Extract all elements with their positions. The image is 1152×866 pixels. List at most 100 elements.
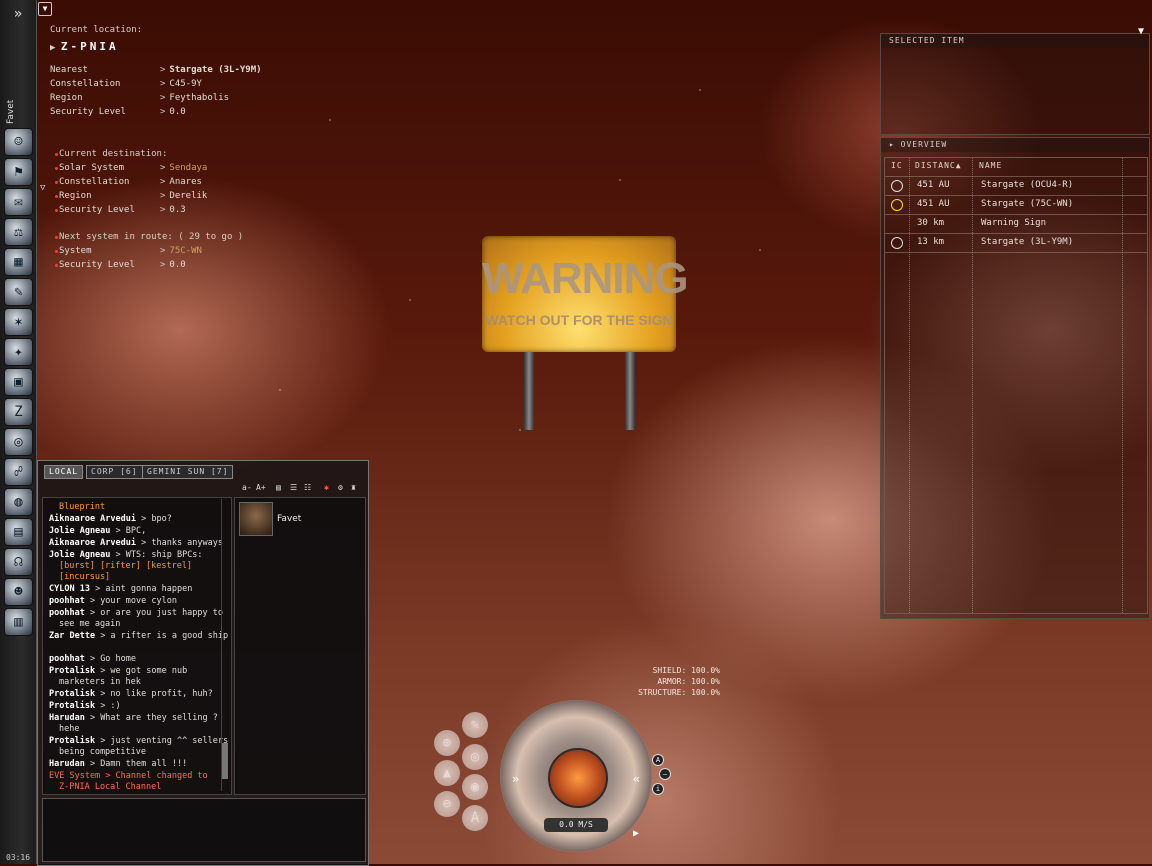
chat-scroll-thumb[interactable] [222, 743, 228, 779]
pilot-name[interactable]: Favet [6, 100, 20, 124]
current-system[interactable]: ▶ Z-PNIA [50, 40, 119, 53]
speed-increase-icon[interactable]: « [633, 772, 640, 786]
detail-view-icon[interactable]: ☷ [304, 483, 311, 492]
ship-hangar-icon[interactable]: ⚑ [4, 158, 33, 186]
dest-constellation-value[interactable]: Anares [169, 177, 202, 187]
autopilot-a-icon[interactable]: A [462, 805, 488, 831]
zoom-target-icon[interactable]: ✎ [462, 712, 488, 738]
column-header-icon[interactable]: IC [891, 158, 903, 174]
overview-row[interactable]: 451 AU Stargate (75C-WN) [885, 195, 1147, 214]
mail-icon[interactable]: ✉ [4, 188, 33, 216]
chat-messages[interactable]: Blueprint Aiknaaroe Arvedui > bpo? Jolie… [42, 497, 232, 795]
ship-options-icon[interactable]: A [652, 754, 664, 766]
map-icon[interactable]: ✶ [4, 308, 33, 336]
dest-region-value[interactable]: Derelik [169, 191, 207, 201]
calculator-icon[interactable]: ▥ [4, 608, 33, 636]
current-system-name[interactable]: Z-PNIA [61, 40, 119, 53]
message-sender[interactable]: Protalisk [49, 736, 95, 746]
list-view-icon[interactable]: ▤ [276, 483, 281, 492]
location-menu-icon[interactable]: ▼ [38, 2, 52, 16]
channel-people-icon[interactable]: ♜ [351, 483, 356, 492]
message-sender[interactable]: Protalisk [49, 689, 95, 699]
market-icon[interactable]: ⚖ [4, 218, 33, 246]
message-sender[interactable]: poohhat [49, 654, 85, 664]
avatar[interactable] [239, 502, 273, 536]
tactical-overlay-icon[interactable]: ▲ [434, 760, 460, 786]
chat-message: Protalisk > we got some nub [49, 666, 231, 677]
message-text: > Damn them all !!! [89, 759, 188, 769]
selected-item-title[interactable]: SELECTED ITEM [881, 34, 1149, 48]
game-clock: 03:16 [5, 853, 31, 862]
overview-row[interactable]: 30 km Warning Sign [885, 214, 1147, 233]
font-smaller-button[interactable]: a- [242, 483, 252, 492]
speed-decrease-icon[interactable]: » [512, 772, 519, 786]
notepad-icon[interactable]: ▤ [4, 518, 33, 546]
expand-hud-icon[interactable]: ▶ [633, 828, 639, 839]
message-sender[interactable]: Jolie Agneau [49, 526, 110, 536]
message-text: > Channel changed to [105, 771, 208, 781]
font-larger-button[interactable]: A+ [256, 483, 266, 492]
row-distance: 451 AU [917, 199, 950, 209]
message-sender[interactable]: Zar Dette [49, 631, 95, 641]
chat-member-list[interactable]: Favet [234, 497, 366, 795]
column-header-name[interactable]: NAME [979, 158, 1002, 174]
dest-system-value[interactable]: Sendaya [169, 163, 207, 173]
inventory-icon[interactable]: ▣ [4, 368, 33, 396]
message-sender[interactable]: Harudan [49, 713, 85, 723]
overview-row[interactable]: 451 AU Stargate (OCU4-R) [885, 176, 1147, 195]
zoom-in-icon[interactable]: ⊕ [434, 730, 460, 756]
next-system-value[interactable]: 75C-WN [169, 246, 202, 256]
star-map-icon[interactable]: ✦ [4, 338, 33, 366]
tab-gemini-sun[interactable]: GEMINI SUN [7] [142, 465, 234, 479]
message-sender[interactable]: poohhat [49, 596, 85, 606]
stargate-destination-icon [891, 199, 903, 211]
constellation-value[interactable]: C45-9Y [169, 79, 202, 89]
message-sender[interactable]: Jolie Agneau [49, 550, 110, 560]
browser-globe-icon[interactable]: ◍ [4, 488, 33, 516]
collapse-route-icon[interactable]: ▽ [40, 183, 45, 193]
message-sender[interactable]: Aiknaaroe Arvedui [49, 538, 136, 548]
info-icon[interactable]: i [652, 783, 664, 795]
people-places-icon[interactable]: ☍ [4, 458, 33, 486]
chat-input[interactable] [42, 798, 366, 862]
chat-message: poohhat > or are you just happy to [49, 608, 231, 619]
tab-local[interactable]: LOCAL [44, 465, 84, 479]
message-sender[interactable]: CYLON 13 [49, 584, 90, 594]
zoom-out-icon[interactable]: ⊖ [434, 791, 460, 817]
region-value[interactable]: Feythabolis [169, 93, 229, 103]
chat-message[interactable]: [incursus] [59, 572, 231, 583]
camera-icon[interactable]: ◉ [462, 774, 488, 800]
message-sender[interactable]: Protalisk [49, 666, 95, 676]
message-sender[interactable]: Aiknaaroe Arvedui [49, 514, 136, 524]
audio-headphones-icon[interactable]: ☊ [4, 548, 33, 576]
selected-item-options-icon[interactable]: ▼ [1138, 26, 1144, 37]
expand-neocom-button[interactable]: » [4, 4, 32, 24]
members-icon[interactable]: ✱ [324, 483, 329, 492]
chat-message: Protalisk > :) [49, 701, 231, 712]
warning-sign-billboard[interactable]: WARNING WATCH OUT FOR THE SIGN [482, 236, 689, 352]
tab-corp[interactable]: CORP [6] [86, 465, 143, 479]
nearest-value[interactable]: Stargate (3L-Y9M) [169, 65, 261, 75]
column-header-distance[interactable]: DISTANC▲ [915, 158, 962, 174]
stop-ship-icon[interactable]: – [659, 768, 671, 780]
character-sheet-icon[interactable]: ☺ [4, 128, 33, 156]
settings-icon[interactable]: ⚙ [338, 483, 343, 492]
chat-message[interactable]: [burst] [rifter] [kestrel] [59, 561, 231, 572]
speed-readout[interactable]: 0.0 M/S [544, 818, 608, 832]
chat-message: poohhat > Go home [49, 654, 231, 665]
member-name[interactable]: Favet [277, 514, 301, 524]
message-sender[interactable]: Harudan [49, 759, 85, 769]
corporation-icon[interactable]: ☻ [4, 578, 33, 606]
ship-hud[interactable]: » « 0.0 M/S [500, 700, 652, 852]
message-sender[interactable]: EVE System [49, 771, 100, 781]
orbit-icon[interactable]: ◎ [462, 744, 488, 770]
compact-view-icon[interactable]: ☰ [290, 483, 297, 492]
help-lifebuoy-icon[interactable]: ◎ [4, 428, 33, 456]
journal-icon[interactable]: ✎ [4, 278, 33, 306]
overview-row[interactable]: 13 km Stargate (3L-Y9M) [885, 233, 1147, 253]
message-sender[interactable]: Protalisk [49, 701, 95, 711]
assets-icon[interactable]: ▦ [4, 248, 33, 276]
message-sender[interactable]: poohhat [49, 608, 85, 618]
overview-title[interactable]: ▸ OVERVIEW [881, 138, 1149, 152]
autopilot-icon[interactable]: Z [4, 398, 33, 426]
